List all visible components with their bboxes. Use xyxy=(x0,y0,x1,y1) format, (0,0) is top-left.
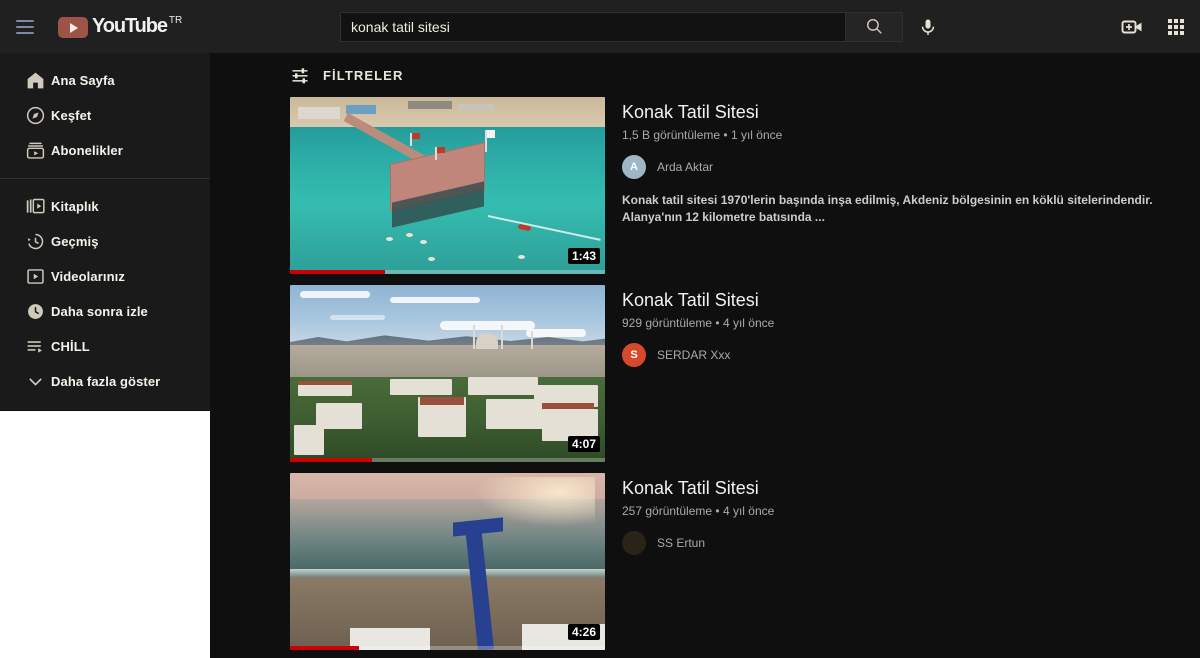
blank-panel xyxy=(0,411,210,658)
sidebar-item-gecmis[interactable]: Geçmiş xyxy=(0,224,210,259)
sidebar-item-label: Daha sonra izle xyxy=(51,304,148,319)
sidebar-item-label: Abonelikler xyxy=(51,143,123,158)
upload-age: 4 yıl önce xyxy=(722,316,775,330)
create-video-button[interactable] xyxy=(1118,13,1146,41)
tune-sliders-icon xyxy=(292,68,308,84)
video-thumbnail[interactable]: 1:43 xyxy=(290,97,605,274)
channel-name: SERDAR Xxx xyxy=(657,348,731,362)
hamburger-menu-icon[interactable] xyxy=(16,15,40,39)
channel-name: SS Ertun xyxy=(657,536,706,550)
masthead-left: YouTube TR xyxy=(0,15,340,39)
watch-progress-bar xyxy=(290,458,605,462)
compass-icon xyxy=(25,105,51,126)
subscriptions-icon xyxy=(25,140,51,161)
filters-button[interactable]: FİLTRELER xyxy=(210,53,1200,97)
channel-link[interactable]: SS Ertun xyxy=(622,531,1200,555)
sidebar-item-kitaplik[interactable]: Kitaplık xyxy=(0,189,210,224)
sidebar-item-label: Videolarınız xyxy=(51,269,125,284)
video-duration: 4:07 xyxy=(567,436,600,452)
video-title[interactable]: Konak Tatil Sitesi xyxy=(622,99,1200,125)
video-metadata: Konak Tatil Sitesi 257 görüntüleme • 4 y… xyxy=(605,473,1200,650)
youtube-logo[interactable]: YouTube TR xyxy=(58,15,182,38)
upload-age: 1 yıl önce xyxy=(730,128,783,142)
search-results-page: FİLTRELER 1:43 Konak Tatil Sitesi 1,5 B … xyxy=(210,53,1200,658)
stats-separator: • xyxy=(723,128,728,142)
youtube-play-icon xyxy=(58,17,88,38)
filters-label: FİLTRELER xyxy=(323,67,404,83)
microphone-icon xyxy=(921,19,935,35)
video-stats: 1,5 B görüntüleme • 1 yıl önce xyxy=(622,128,1200,142)
view-count: 257 görüntüleme xyxy=(622,504,713,518)
search-icon xyxy=(866,18,882,34)
watch-later-clock-icon xyxy=(25,301,51,322)
library-icon xyxy=(25,196,51,217)
channel-link[interactable]: A Arda Aktar xyxy=(622,155,1200,179)
sidebar-item-label: Kitaplık xyxy=(51,199,99,214)
sidebar-item-label: CHİLL xyxy=(51,339,90,354)
sidebar-item-label: Daha fazla göster xyxy=(51,374,161,389)
sidebar-item-videolariniz[interactable]: Videolarınız xyxy=(0,259,210,294)
playlist-icon xyxy=(25,336,51,357)
video-stats: 929 görüntüleme • 4 yıl önce xyxy=(622,316,1200,330)
channel-link[interactable]: S SERDAR Xxx xyxy=(622,343,1200,367)
sidebar: Ana Sayfa Keşfet Abonelikler Kitaplık Ge… xyxy=(0,53,210,410)
chevron-down-icon xyxy=(25,371,51,392)
channel-name: Arda Aktar xyxy=(657,160,714,174)
view-count: 1,5 B görüntüleme xyxy=(622,128,721,142)
search-button[interactable] xyxy=(845,11,903,42)
video-duration: 4:26 xyxy=(567,624,600,640)
sidebar-item-label: Ana Sayfa xyxy=(51,73,115,88)
video-metadata: Konak Tatil Sitesi 929 görüntüleme • 4 y… xyxy=(605,285,1200,462)
watch-progress-bar xyxy=(290,646,605,650)
search-result-item: 1:43 Konak Tatil Sitesi 1,5 B görüntülem… xyxy=(290,97,1200,274)
search-result-item: 4:26 Konak Tatil Sitesi 257 görüntüleme … xyxy=(290,473,1200,650)
video-thumbnail[interactable]: 4:07 xyxy=(290,285,605,462)
your-videos-icon xyxy=(25,266,51,287)
voice-search-button[interactable] xyxy=(911,10,945,44)
video-duration: 1:43 xyxy=(567,248,600,264)
search-result-item: 4:07 Konak Tatil Sitesi 929 görüntüleme … xyxy=(290,285,1200,462)
video-thumbnail[interactable]: 4:26 xyxy=(290,473,605,650)
video-camera-plus-icon xyxy=(1121,20,1142,33)
hamburger-bar xyxy=(16,19,34,22)
sidebar-item-label: Keşfet xyxy=(51,108,92,123)
sidebar-item-chill[interactable]: CHİLL xyxy=(0,329,210,364)
channel-avatar: S xyxy=(622,343,646,367)
search-box: konak tatil sitesi xyxy=(340,10,945,44)
sidebar-item-kesfet[interactable]: Keşfet xyxy=(0,98,210,133)
search-input[interactable]: konak tatil sitesi xyxy=(340,11,845,42)
sidebar-item-label: Geçmiş xyxy=(51,234,99,249)
stats-separator: • xyxy=(715,316,720,330)
youtube-logo-text: YouTube xyxy=(92,15,168,37)
youtube-country-code: TR xyxy=(168,15,183,26)
masthead: YouTube TR konak tatil sitesi xyxy=(0,0,1200,53)
apps-button[interactable] xyxy=(1162,13,1190,41)
video-description: Konak tatil sitesi 1970'lerin başında in… xyxy=(622,193,1153,224)
video-title[interactable]: Konak Tatil Sitesi xyxy=(622,475,1200,501)
home-icon xyxy=(25,70,51,91)
sidebar-item-abonelikler[interactable]: Abonelikler xyxy=(0,133,210,168)
stats-separator: • xyxy=(715,504,720,518)
masthead-right xyxy=(1070,13,1200,41)
channel-avatar: A xyxy=(622,155,646,179)
video-title[interactable]: Konak Tatil Sitesi xyxy=(622,287,1200,313)
results-list: 1:43 Konak Tatil Sitesi 1,5 B görüntülem… xyxy=(210,97,1200,650)
sidebar-divider xyxy=(0,178,210,179)
video-stats: 257 görüntüleme • 4 yıl önce xyxy=(622,504,1200,518)
hamburger-bar xyxy=(16,25,34,28)
sidebar-item-daha-fazla-goster[interactable]: Daha fazla göster xyxy=(0,364,210,399)
hamburger-bar xyxy=(16,31,34,34)
view-count: 929 görüntüleme xyxy=(622,316,713,330)
watch-progress-bar xyxy=(290,270,605,274)
channel-avatar xyxy=(622,531,646,555)
search-input-value: konak tatil sitesi xyxy=(351,18,450,35)
upload-age: 4 yıl önce xyxy=(722,504,775,518)
sidebar-item-daha-sonra-izle[interactable]: Daha sonra izle xyxy=(0,294,210,329)
video-metadata: Konak Tatil Sitesi 1,5 B görüntüleme • 1… xyxy=(605,97,1200,274)
apps-grid-icon xyxy=(1168,18,1184,35)
masthead-center: konak tatil sitesi xyxy=(340,10,1070,44)
sidebar-item-ana-sayfa[interactable]: Ana Sayfa xyxy=(0,63,210,98)
history-clock-icon xyxy=(25,231,51,252)
